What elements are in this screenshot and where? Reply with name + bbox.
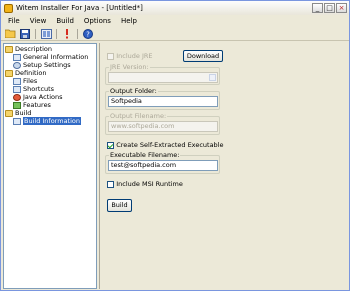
include-jre-label: Include JRE <box>116 52 153 60</box>
menu-help[interactable]: Help <box>116 17 142 25</box>
tree-item-build[interactable]: Build <box>4 109 96 117</box>
menu-view[interactable]: View <box>25 17 52 25</box>
tree-item-label: Description <box>15 45 53 53</box>
menu-bar: File View Build Options Help <box>1 15 349 27</box>
output-folder-input[interactable]: Softpedia <box>108 96 218 107</box>
menu-options[interactable]: Options <box>79 17 116 25</box>
app-window: Witem Installer For Java - [Untitled*] _… <box>0 0 350 291</box>
tree-item-definition[interactable]: Definition <box>4 69 96 77</box>
tree-item-label: Shortcuts <box>23 85 55 93</box>
window-title: Witem Installer For Java - [Untitled*] <box>16 4 143 12</box>
jre-version-title: JRE Version: <box>109 63 150 71</box>
tree-item-general-information[interactable]: General Information <box>4 53 96 61</box>
include-jre-row: Include JRE <box>107 52 153 60</box>
files-icon <box>13 77 21 85</box>
svg-text:?: ? <box>86 30 90 38</box>
self-extract-label: Create Self-Extracted Executable <box>116 141 224 149</box>
toolbar-separator <box>77 28 78 39</box>
tree-item-label: Definition <box>15 69 47 77</box>
java-icon <box>13 93 21 101</box>
tree-item-label: Files <box>23 77 38 85</box>
output-filename-input[interactable]: www.softpedia.com <box>108 121 218 132</box>
tree-item-description[interactable]: Description <box>4 45 96 53</box>
toolbar-separator <box>56 28 57 39</box>
folder-open-icon <box>5 69 13 77</box>
help-icon[interactable]: ? <box>82 28 94 40</box>
jre-version-select[interactable] <box>108 72 218 83</box>
include-jre-checkbox[interactable] <box>107 52 114 60</box>
exe-filename-input[interactable]: test@softpedia.com <box>108 160 218 171</box>
msi-runtime-checkbox[interactable] <box>107 180 114 188</box>
msi-runtime-row: Include MSI Runtime <box>107 180 183 188</box>
save-icon[interactable] <box>19 28 31 40</box>
settings-icon <box>13 61 21 69</box>
folder-open-icon <box>5 109 13 117</box>
folder-open-icon <box>5 45 13 53</box>
menu-build[interactable]: Build <box>51 17 79 25</box>
download-button[interactable]: Download <box>183 50 223 62</box>
chevron-down-icon[interactable] <box>209 74 216 81</box>
output-folder-title: Output Folder: <box>109 87 158 95</box>
exe-filename-title: Executable Filename: <box>109 151 181 159</box>
tree-item-label: Build <box>15 109 32 117</box>
navigation-tree: Description General Information Setup Se… <box>3 43 97 289</box>
self-extract-row: Create Self-Extracted Executable <box>107 141 224 149</box>
run-icon[interactable] <box>61 28 73 40</box>
shortcut-icon <box>13 85 21 93</box>
minimize-button[interactable]: _ <box>312 3 323 13</box>
features-icon <box>13 101 21 109</box>
build-button[interactable]: Build <box>107 199 132 212</box>
tree-item-label: General Information <box>23 53 89 61</box>
tree-item-features[interactable]: Features <box>4 101 96 109</box>
build-info-icon <box>13 117 21 125</box>
close-button[interactable]: × <box>336 3 347 13</box>
tree-item-java-actions[interactable]: Java Actions <box>4 93 96 101</box>
output-filename-title: Output Filename: <box>109 112 168 120</box>
build-icon[interactable] <box>40 28 52 40</box>
toolbar-separator <box>35 28 36 39</box>
build-information-panel: Include JRE Download JRE Version: Output… <box>99 43 349 289</box>
window-controls: _ □ × <box>312 3 347 13</box>
title-bar: Witem Installer For Java - [Untitled*] _… <box>1 1 349 15</box>
tree-item-label: Setup Settings <box>23 61 71 69</box>
open-icon[interactable] <box>4 28 16 40</box>
app-logo-icon <box>4 3 13 13</box>
maximize-button[interactable]: □ <box>324 3 335 13</box>
self-extract-checkbox[interactable] <box>107 141 114 149</box>
toolbar: ? <box>1 27 349 41</box>
tree-item-label: Features <box>23 101 51 109</box>
tree-item-build-information[interactable]: Build Information <box>4 117 96 125</box>
tree-item-setup-settings[interactable]: Setup Settings <box>4 61 96 69</box>
tree-item-label: Java Actions <box>23 93 63 101</box>
menu-file[interactable]: File <box>3 17 25 25</box>
tree-item-shortcuts[interactable]: Shortcuts <box>4 85 96 93</box>
tree-item-label: Build Information <box>23 117 82 125</box>
tree-item-files[interactable]: Files <box>4 77 96 85</box>
msi-runtime-label: Include MSI Runtime <box>116 180 183 188</box>
info-doc-icon <box>13 53 21 61</box>
